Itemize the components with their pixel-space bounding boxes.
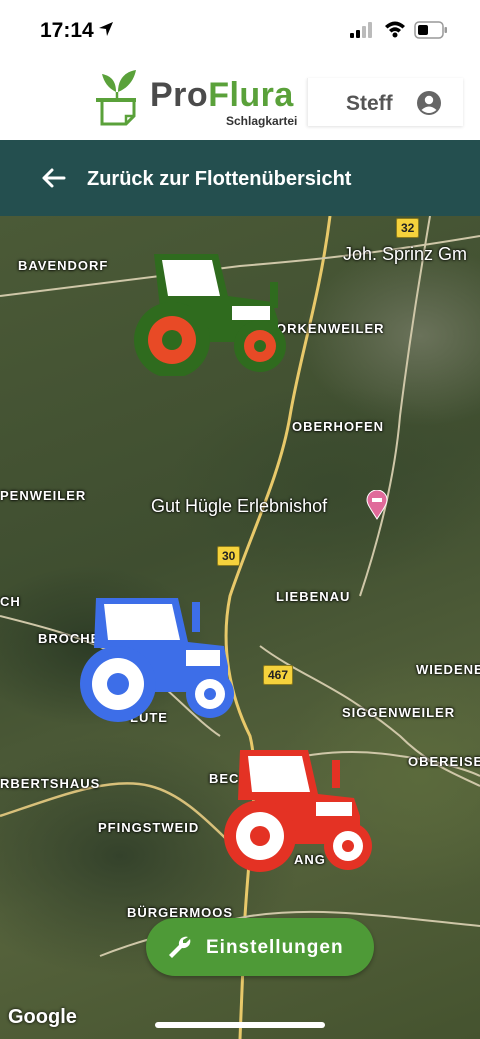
tractor-green-marker-icon[interactable] [132,250,290,381]
arrow-back-icon[interactable] [40,164,68,197]
brand-name: ProFlura [150,76,294,115]
map-place-label: OBERHOFEN [292,419,385,434]
back-navigation-bar[interactable]: Zurück zur Flottenübersicht [0,140,480,216]
location-arrow-icon [98,21,114,42]
map-place-label: ORKENWEILER [276,321,385,336]
map-place-label: RBERTSHAUS [0,776,101,791]
settings-label: Einstellungen [206,937,344,958]
app-header: ProFlura Schlagkartei Steff [0,60,480,140]
status-bar: 17:14 [0,0,480,60]
user-name: Steff [346,92,393,115]
back-link-label[interactable]: Zurück zur Flottenübersicht [87,168,351,191]
map-place-label: WIEDENE [416,662,480,677]
proflura-logo-icon [92,68,144,133]
settings-button[interactable]: Einstellungen [146,918,374,976]
road-shield: 32 [396,218,420,238]
tractor-red-marker-icon[interactable] [220,748,378,879]
status-time: 17:14 [40,19,94,42]
map-place-label: BAVENDORF [18,258,109,273]
account-circle-icon [416,90,442,121]
map-place-label: LIEBENAU [276,589,351,604]
road-shield: 30 [217,546,241,566]
wifi-icon [384,20,406,43]
brand-tagline: Schlagkartei [226,114,298,128]
tractor-blue-marker-icon[interactable] [78,596,236,727]
user-menu-button[interactable]: Steff [307,78,463,126]
map-place-label: PENWEILER [0,488,87,503]
cellular-signal-icon [350,22,374,43]
map-place-label: PFINGSTWEID [98,820,200,835]
hotel-pin-icon[interactable] [366,489,388,525]
road-shield: 467 [263,665,294,685]
battery-icon [414,21,448,44]
brand-pro: Pro [150,76,209,114]
map-place-label: SIGGENWEILER [342,705,456,720]
map-view[interactable]: BAVENDORF ORKENWEILER OBERHOFEN PENWEILE… [0,216,480,1039]
map-poi-label[interactable]: Gut Hügle Erlebnishof [151,496,327,517]
map-place-label: CH [0,594,21,609]
google-attribution: Google [8,1006,77,1028]
map-place-label: OBEREISE [408,754,480,769]
map-poi-label[interactable]: Joh. Sprinz Gm [343,244,467,265]
brand-flura: Flura [208,76,294,114]
wrench-icon [166,934,192,965]
home-indicator[interactable] [155,1022,325,1028]
